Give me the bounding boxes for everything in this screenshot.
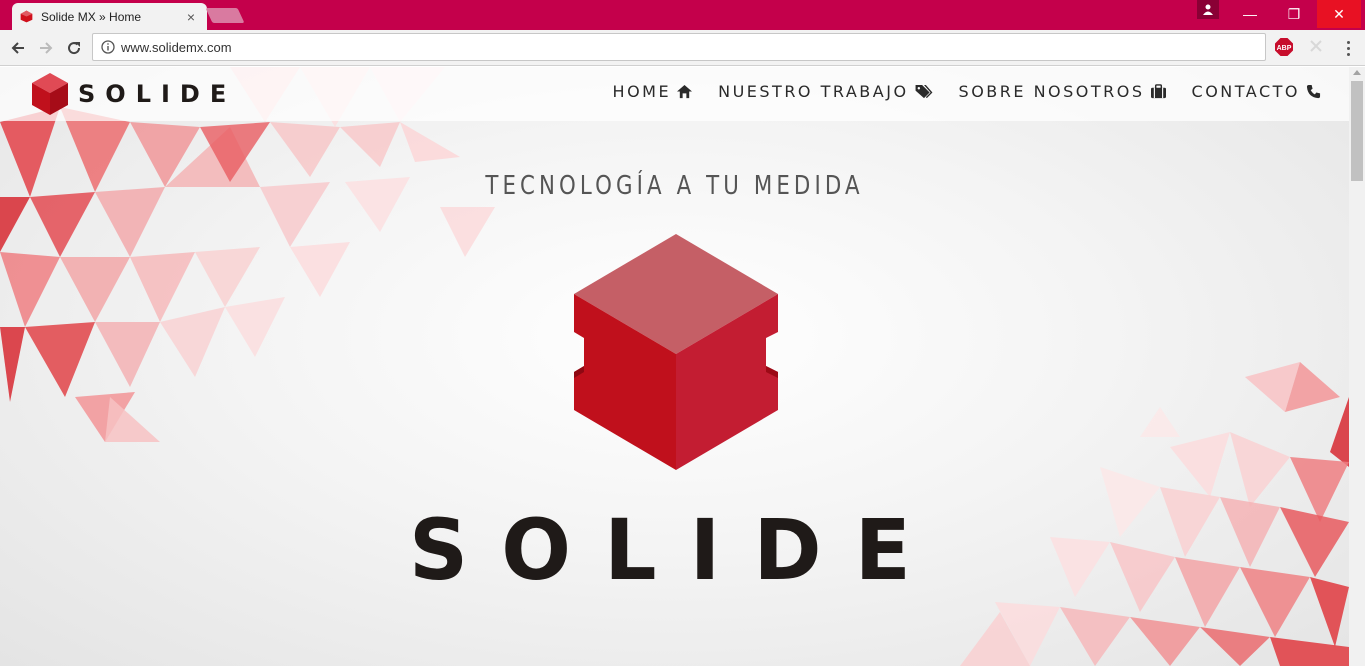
minimize-button[interactable]: — [1228,0,1272,28]
adblock-extension-icon[interactable]: ABP [1275,38,1293,56]
browser-menu-button[interactable] [1338,36,1358,60]
url-text: www.solidemx.com [121,39,232,55]
solide-cube-logo-icon [32,73,68,115]
hero-cube-icon [574,234,778,470]
hero-wordmark-text: SOLIDE [409,511,944,583]
forward-button[interactable] [34,36,58,60]
adblock-label: ABP [1277,45,1292,52]
back-button[interactable] [6,36,30,60]
hero-wordmark: SOLIDE [409,511,944,583]
site-nav: HOME NUESTRO TRABAJO SOBRE NOSOTROS CONT… [613,82,1321,101]
profile-button[interactable] [1197,0,1219,19]
briefcase-icon [1150,84,1166,99]
arrow-left-icon [11,42,24,54]
close-window-button[interactable]: ✕ [1317,0,1361,28]
nav-contacto[interactable]: CONTACTO [1192,82,1321,101]
nav-sobre-nosotros[interactable]: SOBRE NOSOTROS [959,82,1166,101]
tab-close-icon[interactable]: × [183,9,199,25]
nav-sobre-nosotros-label: SOBRE NOSOTROS [958,82,1145,101]
extension-icon[interactable] [1308,38,1324,54]
reload-icon [68,42,81,55]
restore-button[interactable]: ❐ [1272,0,1316,28]
browser-toolbar: www.solidemx.com ABP [0,30,1365,66]
phone-icon [1306,84,1321,99]
nav-contacto-label: CONTACTO [1191,82,1300,101]
browser-tab[interactable]: Solide MX » Home × [12,3,207,30]
page-viewport: SOLIDE HOME NUESTRO TRABAJO SOBRE NOSOTR… [0,67,1349,666]
hero-tagline: TECNOLOGÍA A TU MEDIDA [485,171,864,201]
site-logo[interactable]: SOLIDE [30,71,236,117]
site-header: SOLIDE HOME NUESTRO TRABAJO SOBRE NOSOTR… [0,67,1349,121]
arrow-right-icon [40,42,53,54]
tab-title: Solide MX » Home [41,9,142,24]
site-favicon-icon [20,10,33,23]
info-icon [101,40,115,54]
nav-nuestro-trabajo[interactable]: NUESTRO TRABAJO [718,82,932,101]
nav-home-label: HOME [612,82,672,101]
nav-nuestro-trabajo-label: NUESTRO TRABAJO [718,82,909,101]
nav-home[interactable]: HOME [613,82,693,101]
new-tab-button[interactable] [205,8,245,23]
site-logo-text: SOLIDE [78,80,237,108]
page-scrollbar[interactable] [1349,67,1365,666]
scroll-up-icon[interactable] [1353,70,1361,75]
scrollbar-thumb[interactable] [1351,81,1363,181]
reload-button[interactable] [62,36,86,60]
home-icon [677,84,693,99]
browser-titlebar: Solide MX » Home × — ❐ ✕ [0,0,1365,30]
user-icon [1203,4,1213,15]
tags-icon [915,84,932,99]
address-bar[interactable]: www.solidemx.com [92,33,1266,61]
